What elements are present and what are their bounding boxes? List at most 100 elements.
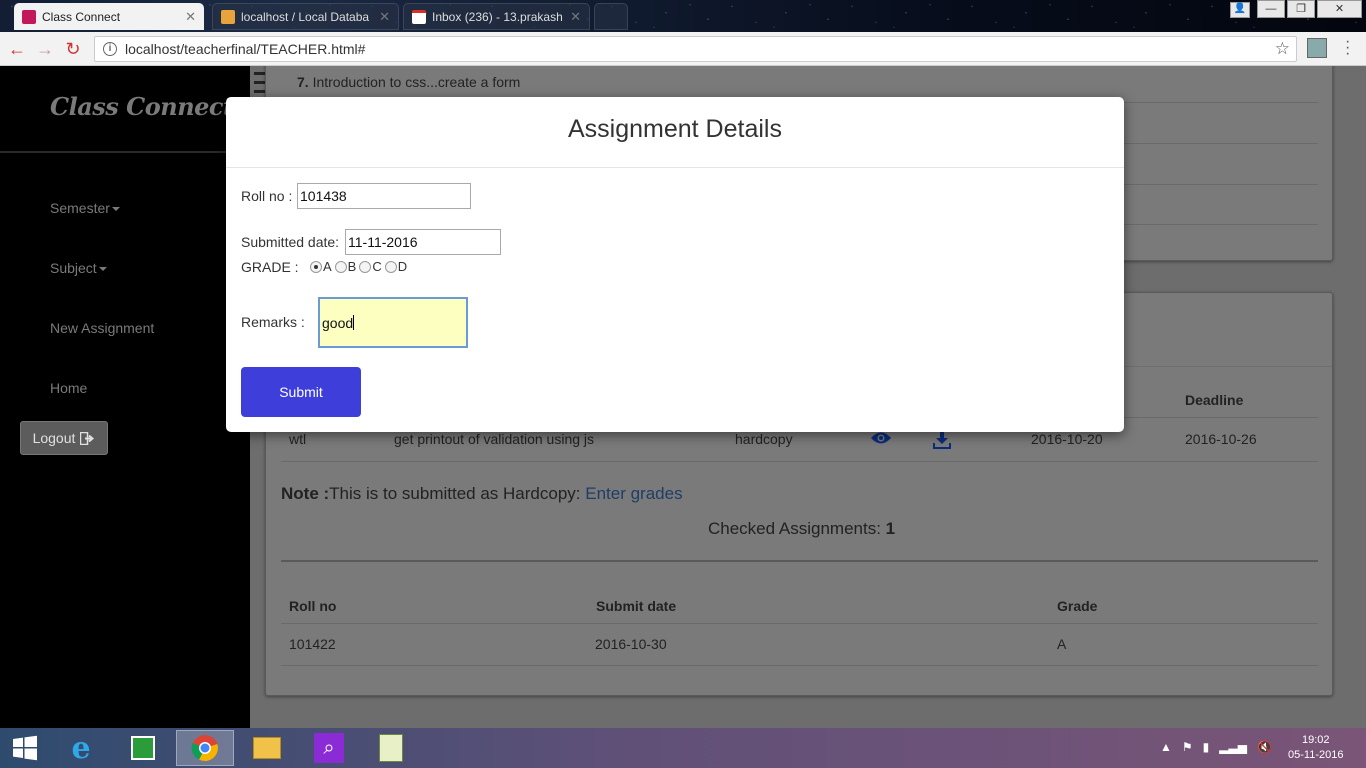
assignment-details-modal: Assignment Details Roll no : Submitted d…: [226, 97, 1124, 432]
grade-a-radio[interactable]: [310, 260, 322, 273]
network-signal-icon[interactable]: ▂▃▅: [1219, 740, 1247, 754]
reload-icon[interactable]: ↻: [62, 39, 84, 60]
bookmark-star-icon[interactable]: ☆: [1275, 39, 1290, 59]
logout-label: Logout: [32, 430, 76, 446]
grade-radio-group: A B C D: [310, 259, 410, 274]
note-label: Note :: [281, 484, 330, 503]
volume-muted-icon[interactable]: 🔇: [1257, 740, 1272, 754]
table-header-grade: Grade: [1057, 598, 1098, 614]
restore-icon[interactable]: ❐: [1287, 0, 1315, 18]
address-bar[interactable]: i localhost/teacherfinal/TEACHER.html# ☆: [94, 36, 1297, 62]
back-arrow-icon[interactable]: ←: [6, 39, 28, 60]
tab-title: Class Connect: [42, 9, 121, 24]
cell-subject: wtl: [289, 431, 307, 447]
note-text: Note :This is to submitted as Hardcopy: …: [281, 484, 683, 504]
grade-a-label: A: [323, 259, 332, 274]
cell-date: 2016-10-20: [1031, 431, 1103, 447]
download-icon[interactable]: [932, 430, 952, 450]
grade-c-label: C: [372, 259, 382, 274]
close-tab-icon[interactable]: ✕: [185, 9, 196, 25]
profile-icon[interactable]: 👤: [1230, 2, 1250, 18]
search-icon: ⌕: [314, 733, 344, 763]
remarks-label: Remarks :: [241, 314, 305, 330]
divider: [281, 461, 1318, 462]
close-tab-icon[interactable]: ✕: [570, 9, 581, 25]
windows-taskbar: e ⌕ ▲ ⚑ ▮ ▂▃▅ 🔇 19:02 05-11-2016: [0, 728, 1366, 768]
remarks-textarea[interactable]: good: [318, 297, 468, 348]
chrome-icon: [191, 735, 218, 762]
battery-icon[interactable]: ▮: [1203, 740, 1210, 754]
minimize-icon[interactable]: —: [1257, 0, 1285, 18]
submit-button[interactable]: Submit: [241, 367, 361, 417]
remarks-text: good: [322, 315, 354, 331]
taskbar-search-app[interactable]: ⌕: [300, 730, 358, 766]
url-text: localhost/teacherfinal/TEACHER.html#: [125, 41, 366, 57]
sidebar: Class Connect Semester Subject New Assig…: [0, 66, 250, 728]
close-window-icon[interactable]: ✕: [1317, 0, 1362, 18]
modal-divider: [226, 167, 1124, 168]
submitted-date-label: Submitted date:: [241, 234, 340, 250]
sidebar-item-subject[interactable]: Subject: [50, 260, 107, 276]
close-tab-icon[interactable]: ✕: [379, 9, 390, 25]
enter-grades-link[interactable]: Enter grades: [585, 484, 682, 503]
taskbar-internet-explorer[interactable]: e: [52, 730, 110, 766]
grade-d-radio[interactable]: [384, 260, 397, 273]
checked-label: Checked Assignments:: [708, 519, 881, 538]
class-connect-favicon-icon: [22, 9, 36, 24]
taskbar-store[interactable]: [114, 730, 172, 766]
checked-assignments-count: Checked Assignments: 1: [708, 519, 895, 539]
table-header-roll-no: Roll no: [289, 598, 337, 614]
extension-icon[interactable]: [1307, 38, 1327, 58]
sidebar-item-home[interactable]: Home: [50, 380, 87, 396]
notepad-icon: [379, 734, 403, 762]
tray-expand-icon[interactable]: ▲: [1160, 740, 1172, 754]
table-header-submit-date: Submit date: [596, 598, 677, 614]
tab-title: localhost / Local Databa: [241, 9, 370, 24]
grade-label: GRADE :: [241, 259, 299, 275]
list-item-text: Introduction to css...create a form: [312, 74, 521, 90]
tab-gmail[interactable]: Inbox (236) - 13.prakash ✕: [403, 3, 590, 30]
grade-d-label: D: [397, 259, 408, 274]
grade-c-radio[interactable]: [359, 260, 372, 273]
grade-b-radio[interactable]: [334, 260, 347, 273]
cell-grade: A: [1057, 636, 1067, 652]
page-content: Class Connect Semester Subject New Assig…: [0, 66, 1366, 728]
roll-no-input[interactable]: [297, 183, 471, 209]
taskbar-file-explorer[interactable]: [238, 730, 296, 766]
section-divider: [281, 560, 1318, 562]
site-info-icon[interactable]: i: [103, 42, 117, 56]
browser-menu-icon[interactable]: · · ·: [1345, 34, 1350, 62]
system-tray: ▲ ⚑ ▮ ▂▃▅ 🔇: [1160, 740, 1272, 754]
cell-description: get printout of validation using js: [394, 431, 595, 447]
taskbar-chrome[interactable]: [176, 730, 234, 766]
forward-arrow-icon[interactable]: →: [34, 39, 56, 60]
sidebar-item-semester[interactable]: Semester: [50, 200, 120, 216]
divider: [281, 665, 1318, 666]
browser-tab-bar: Class Connect ✕ localhost / Local Databa…: [0, 0, 1366, 32]
grade-b-label: B: [347, 259, 357, 274]
taskbar-notepad[interactable]: [362, 730, 420, 766]
start-button[interactable]: [0, 730, 50, 766]
chevron-down-icon: [111, 207, 120, 212]
submitted-date-input[interactable]: [345, 229, 501, 255]
sidebar-item-label: Semester: [50, 200, 110, 216]
logout-button[interactable]: Logout: [20, 421, 108, 455]
action-center-flag-icon[interactable]: ⚑: [1182, 740, 1193, 754]
clock-time: 19:02: [1301, 734, 1330, 746]
list-item[interactable]: 7. Introduction to css...create a form: [297, 74, 520, 90]
tab-class-connect[interactable]: Class Connect ✕: [14, 3, 204, 30]
windows-logo-icon: [13, 735, 37, 761]
folder-icon: [253, 737, 281, 759]
new-tab-button[interactable]: [594, 3, 628, 30]
cell-deadline: 2016-10-26: [1185, 431, 1257, 447]
divider: [281, 623, 1318, 624]
tab-phpmyadmin[interactable]: localhost / Local Databa ✕: [212, 3, 399, 30]
brand-logo[interactable]: Class Connect: [50, 92, 234, 121]
view-eye-icon[interactable]: [870, 431, 892, 445]
modal-title: Assignment Details: [568, 115, 782, 143]
phpmyadmin-favicon-icon: [221, 9, 235, 24]
taskbar-clock[interactable]: 19:02 05-11-2016: [1288, 733, 1343, 763]
sidebar-item-new-assignment[interactable]: New Assignment: [50, 320, 154, 336]
roll-no-label: Roll no :: [241, 188, 293, 204]
logout-icon: [80, 431, 95, 445]
